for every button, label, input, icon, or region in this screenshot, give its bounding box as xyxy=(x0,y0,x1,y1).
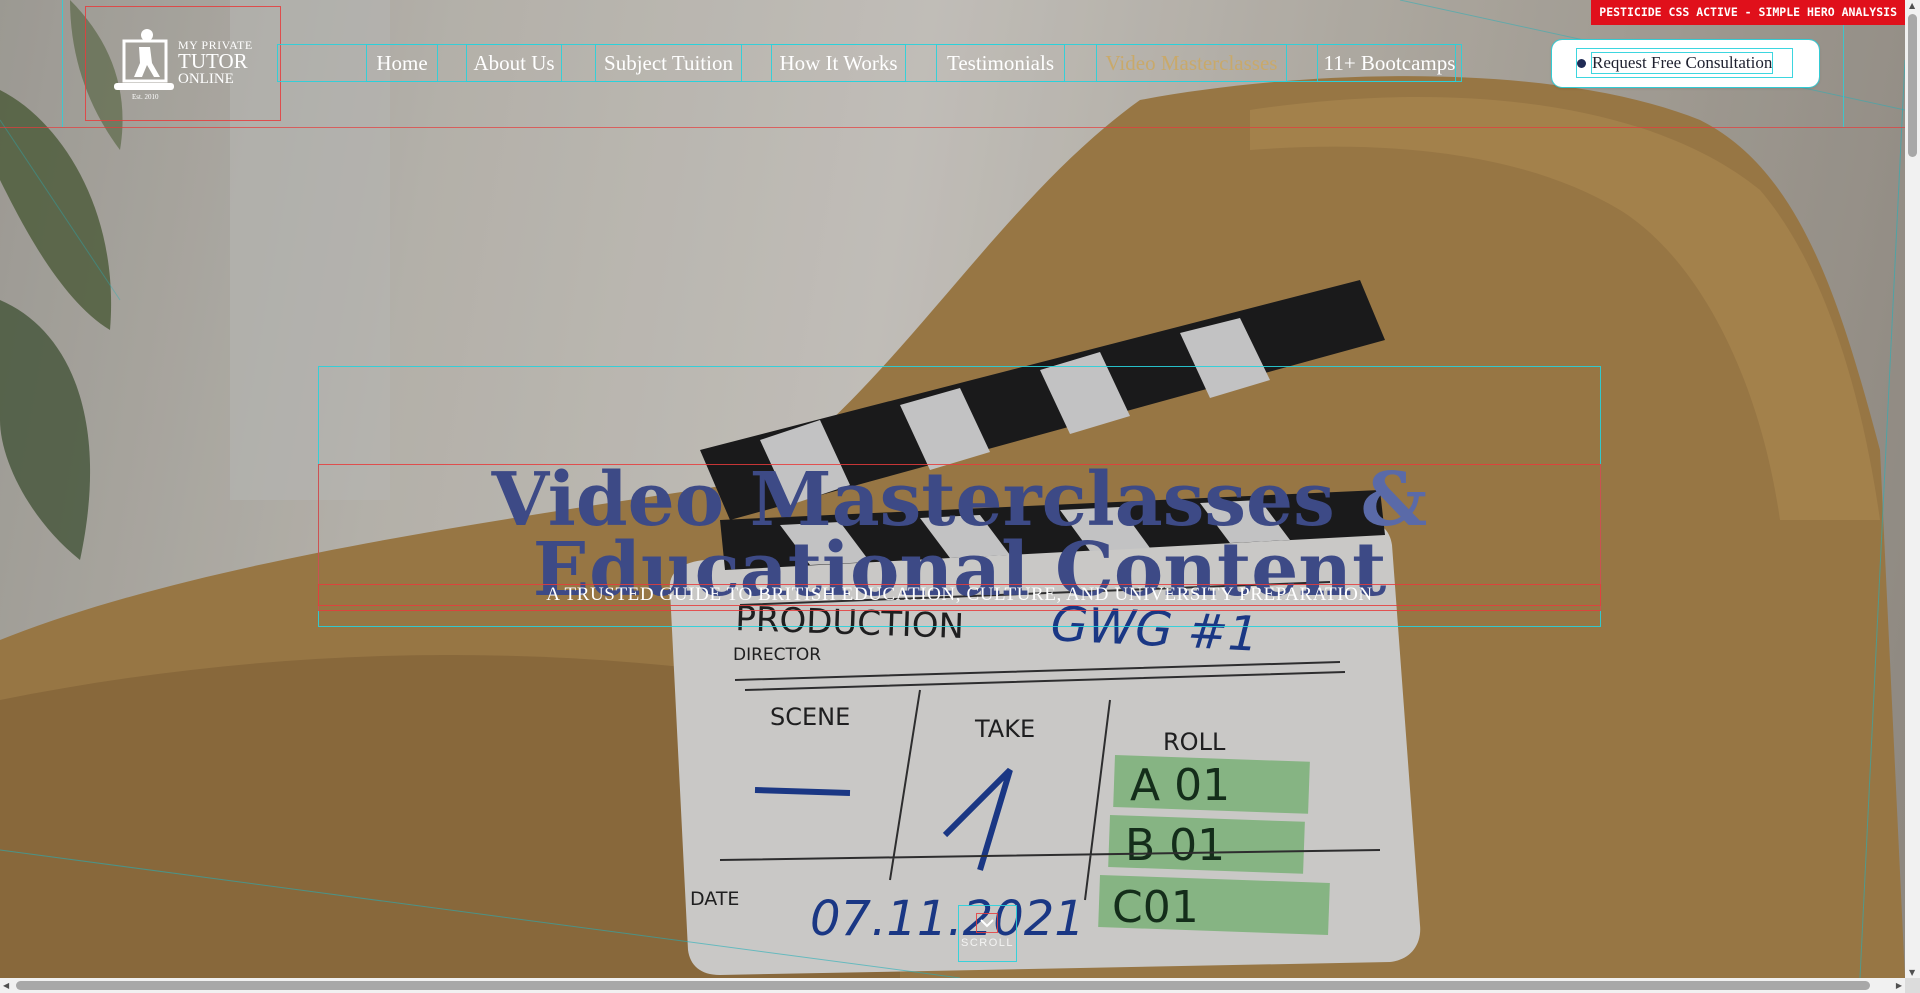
scrollbar-corner xyxy=(1905,978,1920,993)
chevron-down-icon xyxy=(976,913,998,933)
horizontal-scrollbar-thumb[interactable] xyxy=(16,981,1870,990)
horizontal-scrollbar[interactable]: ◀ ▶ xyxy=(0,978,1905,993)
vertical-scrollbar[interactable]: ▲ ▼ xyxy=(1905,0,1920,978)
scroll-left-icon[interactable]: ◀ xyxy=(3,981,9,990)
logo-icon xyxy=(114,29,174,90)
scroll-right-icon[interactable]: ▶ xyxy=(1896,981,1902,990)
nav-subject-tuition[interactable]: Subject Tuition xyxy=(595,44,742,82)
scroll-up-icon[interactable]: ▲ xyxy=(1909,1,1915,10)
nav-testimonials[interactable]: Testimonials xyxy=(936,44,1065,82)
request-consultation-button[interactable]: Request Free Consultation xyxy=(1551,39,1820,88)
hero-content: Video Masterclasses & Educational Conten… xyxy=(318,366,1601,627)
nav-11-plus-bootcamps[interactable]: 11+ Bootcamps xyxy=(1317,44,1462,82)
scroll-indicator[interactable]: SCROLL xyxy=(958,905,1017,962)
logo-text: MY PRIVATE TUTOR ONLINE xyxy=(178,39,253,87)
nav-home[interactable]: Home xyxy=(366,44,438,82)
hero-subtitle: A TRUSTED GUIDE TO BRITISH EDUCATION, CU… xyxy=(318,584,1601,606)
logo-line-2: TUTOR xyxy=(178,49,248,73)
scroll-label: SCROLL xyxy=(960,937,1015,949)
scroll-down-icon[interactable]: ▼ xyxy=(1909,968,1915,977)
nav-about-us[interactable]: About Us xyxy=(466,44,562,82)
dot-icon xyxy=(1577,58,1586,68)
logo-established: Est. 2010 xyxy=(132,93,159,101)
logo-line-3: ONLINE xyxy=(178,71,234,87)
main-nav: Home About Us Subject Tuition How It Wor… xyxy=(277,44,1462,82)
nav-how-it-works[interactable]: How It Works xyxy=(771,44,906,82)
nav-video-masterclasses[interactable]: Video Masterclasses xyxy=(1096,44,1287,82)
logo[interactable]: MY PRIVATE TUTOR ONLINE Est. 2010 xyxy=(85,6,281,121)
vertical-scrollbar-thumb[interactable] xyxy=(1908,14,1917,157)
pesticide-badge: PESTICIDE CSS ACTIVE - SIMPLE HERO ANALY… xyxy=(1591,0,1905,25)
request-consultation-label: Request Free Consultation xyxy=(1590,52,1774,74)
